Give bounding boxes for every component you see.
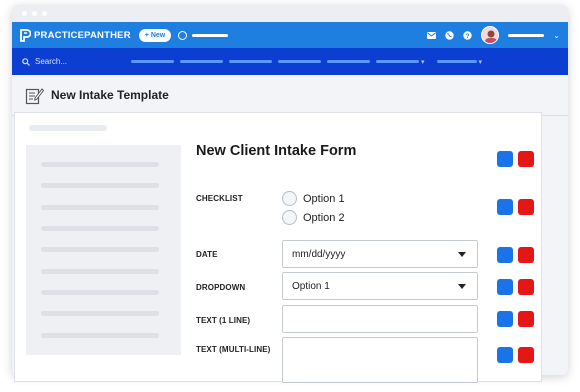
dropdown-value: Option 1 [292,280,330,292]
form-title[interactable]: New Client Intake Form [196,143,356,159]
search-icon [22,57,30,66]
nav-item[interactable] [229,60,272,63]
edit-button[interactable] [497,199,513,215]
palette-item[interactable] [41,247,159,252]
delete-button[interactable] [518,279,534,295]
field-palette [26,145,181,355]
user-name-placeholder[interactable] [508,33,545,37]
palette-item[interactable] [41,226,159,231]
nav-item-dropdown[interactable]: ▾ [436,58,483,66]
delete-button[interactable] [518,247,534,263]
text-multi-label: TEXT (MULTI-LINE) [196,345,271,354]
palette-item[interactable] [41,162,159,167]
timer-placeholder [192,33,229,37]
top-nav: PRACTICEPANTHER + New ? ⌄ [12,22,568,48]
dropdown-label: DROPDOWN [196,283,246,292]
text-multi-actions [497,347,534,363]
dropdown-actions [497,279,534,295]
delete-button[interactable] [518,347,534,363]
edit-button[interactable] [497,151,513,167]
delete-button[interactable] [518,151,534,167]
search-input[interactable]: Search... [35,57,67,66]
window-dot [22,11,27,16]
option-label: Option 1 [303,192,345,205]
dropdown-select[interactable]: Option 1 [282,272,478,300]
delete-button[interactable] [518,311,534,327]
checklist-actions [497,199,534,215]
nav-item[interactable] [327,60,370,63]
avatar[interactable] [481,26,500,44]
chevron-down-icon: ▾ [478,58,483,66]
main-menu: ▾ ▾ [131,58,482,66]
date-field[interactable]: mm/dd/yyyy [282,240,478,268]
palette-item[interactable] [41,183,159,188]
brand-logo[interactable]: PRACTICEPANTHER [20,28,131,42]
chevron-down-icon: ▾ [421,58,425,66]
window-titlebar [12,5,568,22]
mail-icon[interactable] [427,31,437,40]
chevron-down-icon[interactable]: ⌄ [553,31,560,40]
nav-item-dropdown[interactable]: ▾ [376,58,425,66]
edit-form-icon [25,87,44,104]
date-label: DATE [196,250,218,259]
timer-icon[interactable] [178,30,188,40]
edit-button[interactable] [497,279,513,295]
delete-button[interactable] [518,199,534,215]
radio-button[interactable] [282,210,297,225]
nav-item [436,60,477,63]
brand-name: PRACTICEPANTHER [34,29,131,41]
date-actions [497,247,534,263]
edit-button[interactable] [497,347,513,363]
breadcrumb-placeholder [29,125,107,131]
palette-item[interactable] [41,311,159,316]
svg-text:?: ? [466,33,470,40]
edit-button[interactable] [497,247,513,263]
checklist-label: CHECKLIST [196,194,243,203]
edit-button[interactable] [497,311,513,327]
checklist-option[interactable]: Option 2 [282,210,345,225]
checklist-option[interactable]: Option 1 [282,191,345,206]
nav-item[interactable] [180,60,223,63]
window-dot [42,11,47,16]
page-header: New Intake Template [12,75,568,115]
search-box[interactable]: Search... [22,57,122,66]
date-value: mm/dd/yyyy [292,248,346,260]
radio-button[interactable] [282,191,297,206]
globe-icon[interactable] [445,30,454,40]
text-single-actions [497,311,534,327]
palette-item[interactable] [41,290,159,295]
form-builder-canvas: New Client Intake Form CHECKLIST Option … [14,112,542,383]
nav-item [376,60,419,63]
option-label: Option 2 [303,211,345,224]
top-right-tools: ? ⌄ [427,26,560,44]
sub-nav: Search... ▾ ▾ [12,48,568,75]
window-dot [32,11,37,16]
nav-item[interactable] [278,60,321,63]
logo-icon [20,28,32,42]
title-actions [497,151,534,167]
nav-item[interactable] [131,60,174,63]
chevron-down-icon[interactable] [458,284,466,289]
new-button[interactable]: + New [138,28,172,42]
palette-item[interactable] [41,205,159,210]
chevron-down-icon[interactable] [458,252,466,257]
page-title: New Intake Template [51,88,169,102]
help-icon[interactable]: ? [463,30,472,40]
text-single-label: TEXT (1 LINE) [196,316,251,325]
text-single-input[interactable] [282,305,478,333]
palette-item[interactable] [41,333,159,338]
palette-item[interactable] [41,269,159,274]
text-multi-textarea[interactable] [282,337,478,383]
